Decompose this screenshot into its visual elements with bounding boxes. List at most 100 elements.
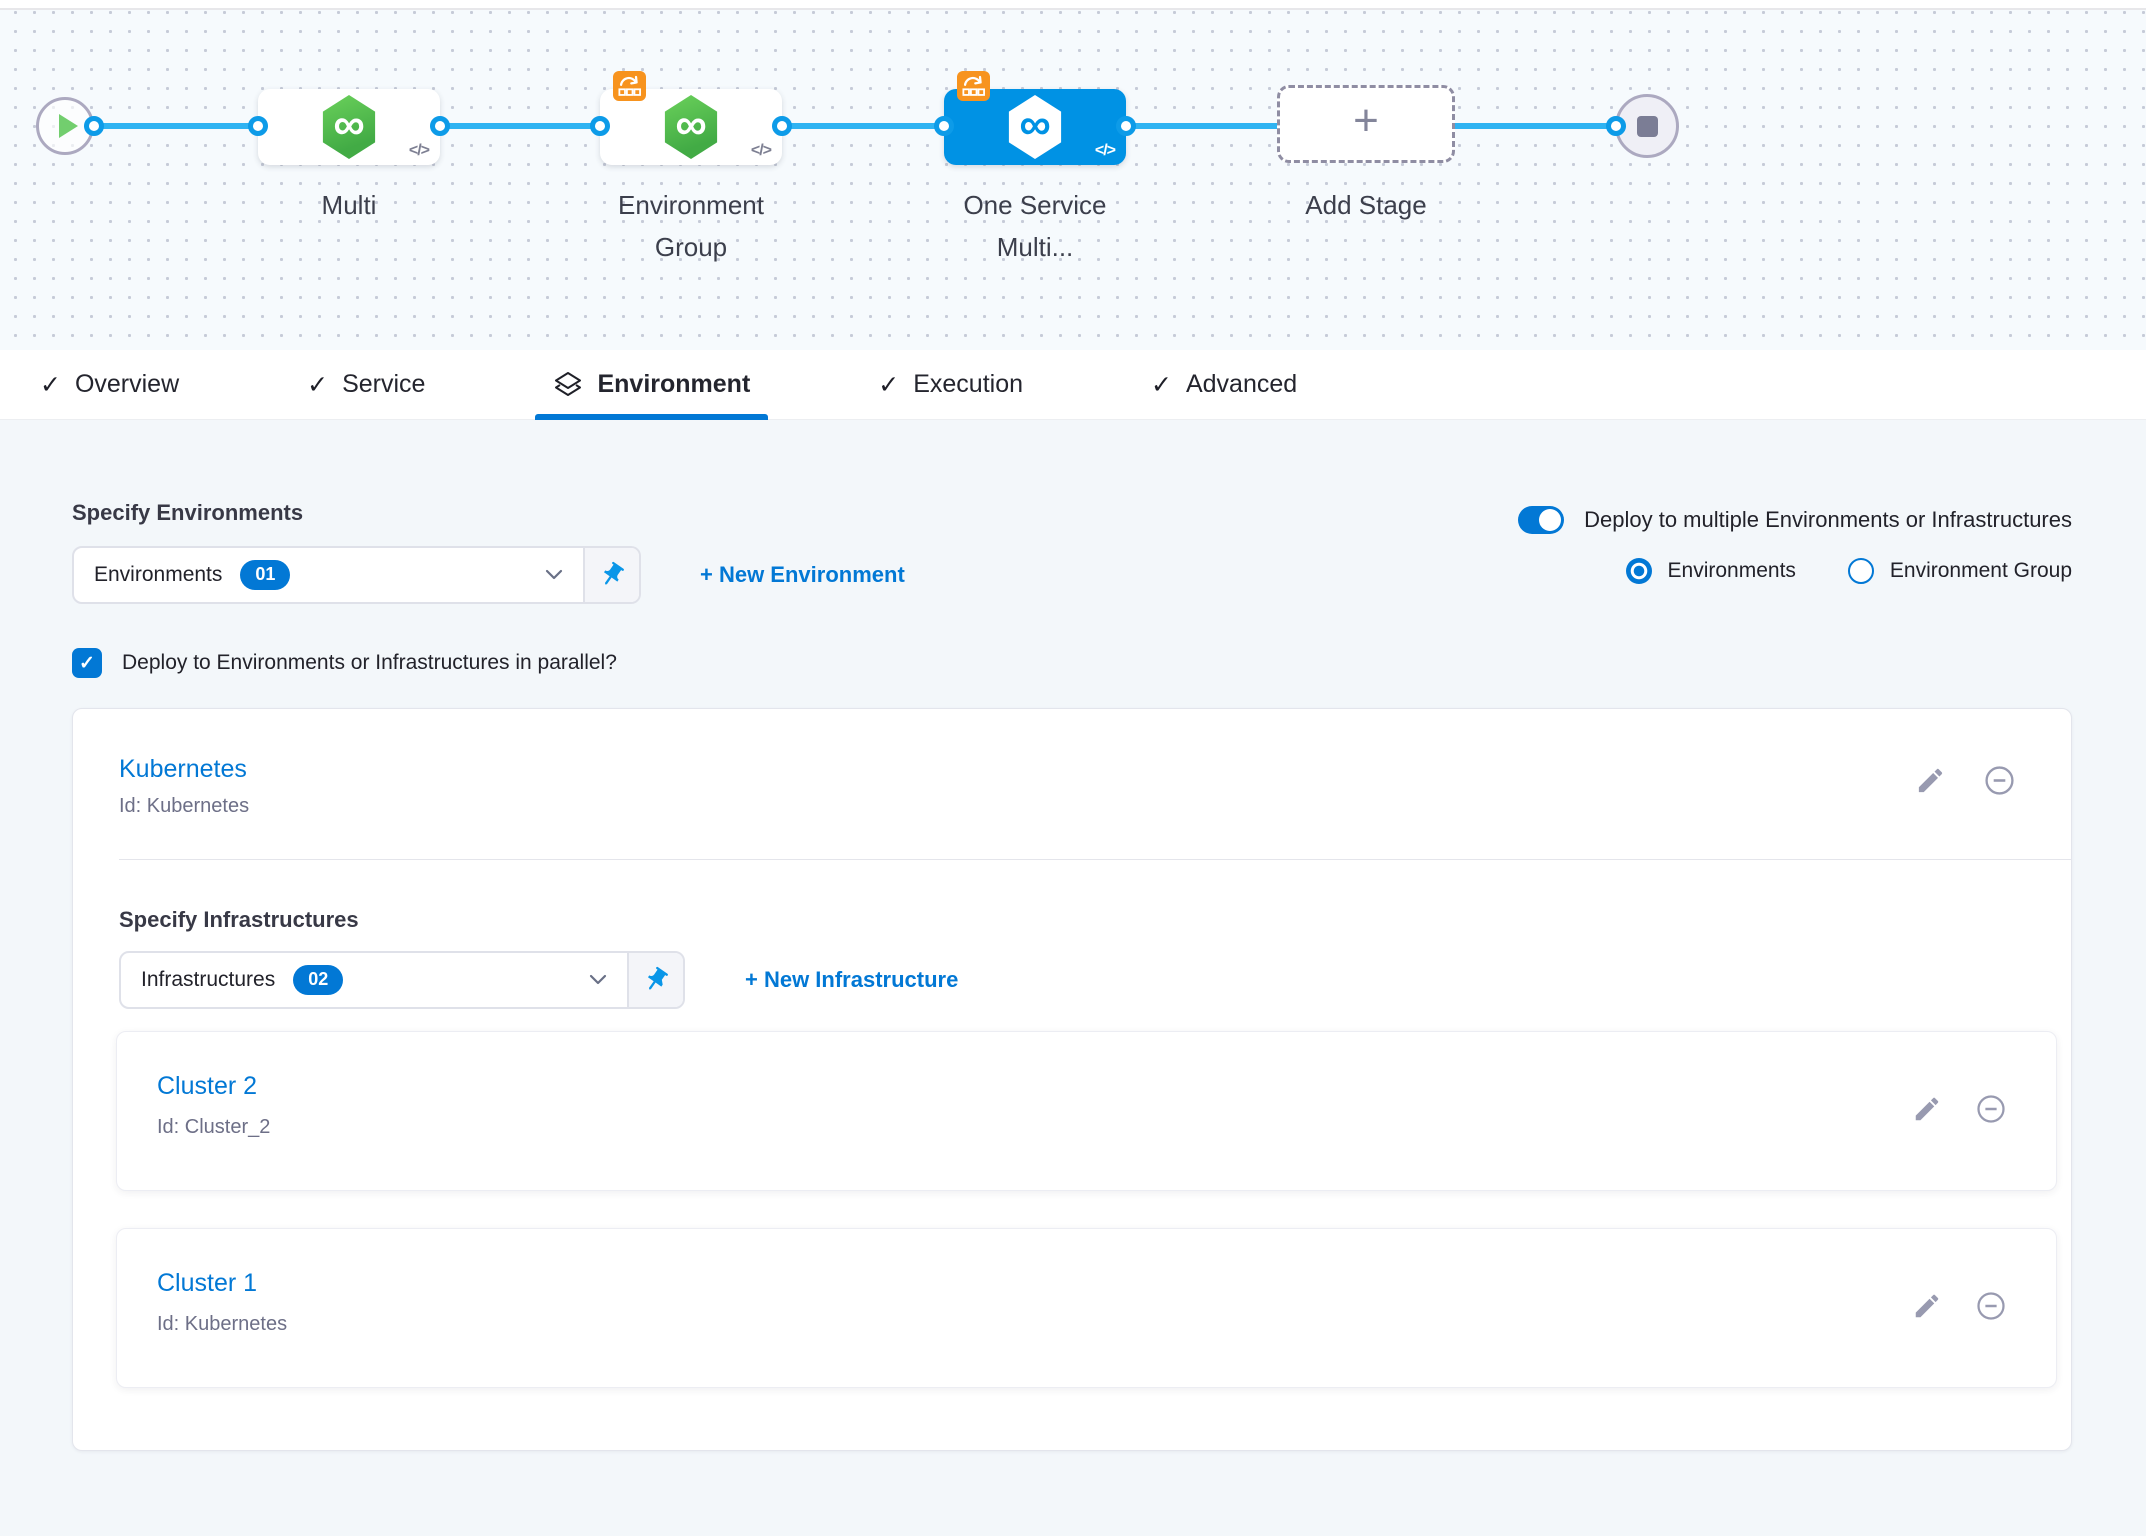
- radio-label: Environment Group: [1890, 559, 2072, 583]
- stage-label: One Service Multi...: [950, 184, 1120, 268]
- parallel-checkbox-row: ✓ Deploy to Environments or Infrastructu…: [72, 648, 617, 678]
- stage-node-multi[interactable]: ∞ </>: [258, 89, 440, 165]
- pencil-icon: [1912, 1094, 1942, 1124]
- connector-point: [934, 116, 954, 136]
- infrastructures-dropdown[interactable]: Infrastructures 02: [119, 951, 685, 1009]
- pipeline-edge: [782, 123, 944, 129]
- remove-infrastructure-button[interactable]: [1976, 1291, 2006, 1321]
- count-badge: 01: [240, 560, 290, 590]
- count-badge: 02: [293, 965, 343, 995]
- stage-node-one-service-multi[interactable]: ∞ </>: [944, 89, 1126, 165]
- check-icon: ✓: [40, 370, 61, 400]
- environment-id: Id: Kubernetes: [119, 795, 249, 818]
- play-icon: [59, 114, 78, 138]
- remove-infrastructure-button[interactable]: [1976, 1094, 2006, 1124]
- tab-label: Overview: [75, 370, 179, 399]
- stage-tabbar: ✓ Overview ✓ Service Environment ✓ Execu…: [0, 350, 2146, 420]
- stage-label: Multi: [264, 184, 434, 226]
- plus-icon: +: [1353, 99, 1379, 143]
- connector-point: [590, 116, 610, 136]
- dropdown-main[interactable]: Infrastructures 02: [121, 953, 627, 1007]
- remove-environment-button[interactable]: [1984, 765, 2015, 796]
- edit-infrastructure-button[interactable]: [1912, 1291, 1942, 1321]
- pipeline-edge: [440, 123, 600, 129]
- connector-point: [1606, 116, 1626, 136]
- environment-type-radios: Environments Environment Group: [1626, 558, 2072, 584]
- minus-circle-icon: [1984, 765, 2015, 796]
- stage-label: Environment Group: [606, 184, 776, 268]
- minus-circle-icon: [1976, 1291, 2006, 1321]
- code-icon: </>: [1095, 142, 1115, 160]
- radio-selected-icon[interactable]: [1626, 558, 1652, 584]
- infrastructure-card: Cluster 1 Id: Kubernetes: [116, 1228, 2057, 1388]
- specify-environments-heading: Specify Environments: [72, 500, 303, 526]
- tab-service[interactable]: ✓ Service: [289, 350, 443, 419]
- dropdown-value: Infrastructures: [141, 968, 275, 992]
- tab-advanced[interactable]: ✓ Advanced: [1133, 350, 1315, 419]
- connector-point: [1116, 116, 1136, 136]
- edit-environment-button[interactable]: [1915, 765, 1946, 796]
- new-infrastructure-link[interactable]: + New Infrastructure: [745, 967, 958, 993]
- tab-overview[interactable]: ✓ Overview: [22, 350, 197, 419]
- check-icon: ✓: [1151, 370, 1172, 400]
- cd-hexagon-icon: ∞: [662, 95, 720, 159]
- deploy-multiple-toggle[interactable]: [1518, 506, 1564, 534]
- pin-input-type-button[interactable]: [583, 548, 639, 602]
- parallel-checkbox[interactable]: ✓: [72, 648, 102, 678]
- environment-tab-panel: Specify Environments Environments 01 + N…: [0, 420, 2146, 1533]
- looping-strategy-icon: [957, 71, 990, 101]
- tab-label: Advanced: [1186, 370, 1297, 399]
- environment-layers-icon: [553, 370, 583, 400]
- pushpin-icon: [593, 556, 632, 595]
- card-divider: [119, 859, 2071, 860]
- dropdown-value: Environments: [94, 563, 222, 587]
- cd-hexagon-icon: ∞: [1006, 95, 1064, 159]
- new-environment-link[interactable]: + New Environment: [700, 562, 905, 588]
- tab-execution[interactable]: ✓ Execution: [860, 350, 1041, 419]
- add-stage-button[interactable]: +: [1277, 85, 1455, 163]
- pushpin-icon: [637, 961, 676, 1000]
- infrastructure-id: Id: Kubernetes: [157, 1313, 287, 1336]
- stage-node-environment-group[interactable]: ∞ </>: [600, 89, 782, 165]
- tab-label: Execution: [913, 370, 1023, 399]
- connector-point: [84, 116, 104, 136]
- radio-unselected-icon[interactable]: [1848, 558, 1874, 584]
- radio-environments[interactable]: Environments: [1626, 558, 1796, 584]
- chevron-down-icon[interactable]: [545, 569, 563, 581]
- add-stage-label: Add Stage: [1281, 184, 1451, 226]
- specify-infrastructures-heading: Specify Infrastructures: [119, 907, 359, 933]
- dropdown-main[interactable]: Environments 01: [74, 548, 583, 602]
- pipeline-canvas: ∞ </> ∞ </> ∞ </>: [0, 10, 2146, 350]
- radio-environment-group[interactable]: Environment Group: [1848, 558, 2072, 584]
- infrastructure-name-link[interactable]: Cluster 2: [157, 1072, 257, 1101]
- top-strip: [0, 0, 2146, 10]
- pencil-icon: [1912, 1291, 1942, 1321]
- pipeline-edge: [94, 123, 258, 129]
- connector-point: [772, 116, 792, 136]
- looping-strategy-icon: [613, 71, 646, 101]
- cd-hexagon-icon: ∞: [320, 95, 378, 159]
- infrastructure-id: Id: Cluster_2: [157, 1116, 270, 1139]
- pin-input-type-button[interactable]: [627, 953, 683, 1007]
- stop-icon: [1637, 116, 1658, 137]
- connector-point: [430, 116, 450, 136]
- code-icon: </>: [751, 142, 771, 160]
- tab-environment[interactable]: Environment: [535, 350, 768, 419]
- environment-name-link[interactable]: Kubernetes: [119, 755, 247, 784]
- edit-infrastructure-button[interactable]: [1912, 1094, 1942, 1124]
- deploy-options-block: Deploy to multiple Environments or Infra…: [1518, 506, 2072, 584]
- check-icon: ✓: [307, 370, 328, 400]
- environments-dropdown[interactable]: Environments 01: [72, 546, 641, 604]
- connector-point: [248, 116, 268, 136]
- pipeline-edge: [1126, 123, 1277, 129]
- code-icon: </>: [409, 142, 429, 160]
- radio-label: Environments: [1668, 559, 1796, 583]
- tab-label: Service: [342, 370, 425, 399]
- pipeline-edge: [1455, 123, 1616, 129]
- infrastructure-name-link[interactable]: Cluster 1: [157, 1269, 257, 1298]
- chevron-down-icon[interactable]: [589, 974, 607, 986]
- pencil-icon: [1915, 765, 1946, 796]
- check-icon: ✓: [878, 370, 899, 400]
- tab-label: Environment: [597, 370, 750, 399]
- parallel-checkbox-label: Deploy to Environments or Infrastructure…: [122, 651, 617, 675]
